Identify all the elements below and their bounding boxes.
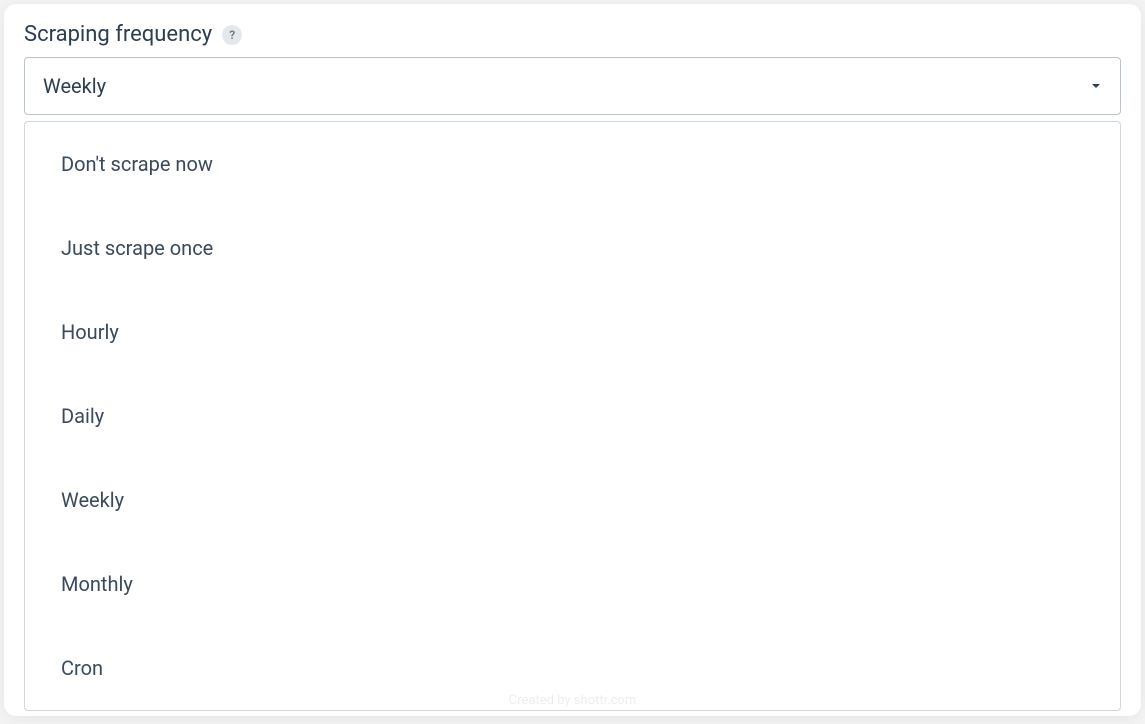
- frequency-select[interactable]: Weekly: [24, 57, 1121, 115]
- settings-card: Scraping frequency ? Weekly Don't scrape…: [4, 4, 1141, 716]
- option-monthly[interactable]: Monthly: [25, 542, 1120, 626]
- option-hourly[interactable]: Hourly: [25, 290, 1120, 374]
- option-weekly[interactable]: Weekly: [25, 458, 1120, 542]
- option-just-scrape-once[interactable]: Just scrape once: [25, 206, 1120, 290]
- option-daily[interactable]: Daily: [25, 374, 1120, 458]
- frequency-dropdown: Don't scrape now Just scrape once Hourly…: [24, 121, 1121, 711]
- chevron-down-icon: [1090, 77, 1102, 96]
- option-dont-scrape-now[interactable]: Don't scrape now: [25, 122, 1120, 206]
- field-label-row: Scraping frequency ?: [24, 22, 1121, 47]
- option-cron[interactable]: Cron: [25, 626, 1120, 710]
- field-label: Scraping frequency: [24, 22, 212, 47]
- help-icon[interactable]: ?: [222, 25, 242, 45]
- frequency-select-value: Weekly: [43, 74, 106, 98]
